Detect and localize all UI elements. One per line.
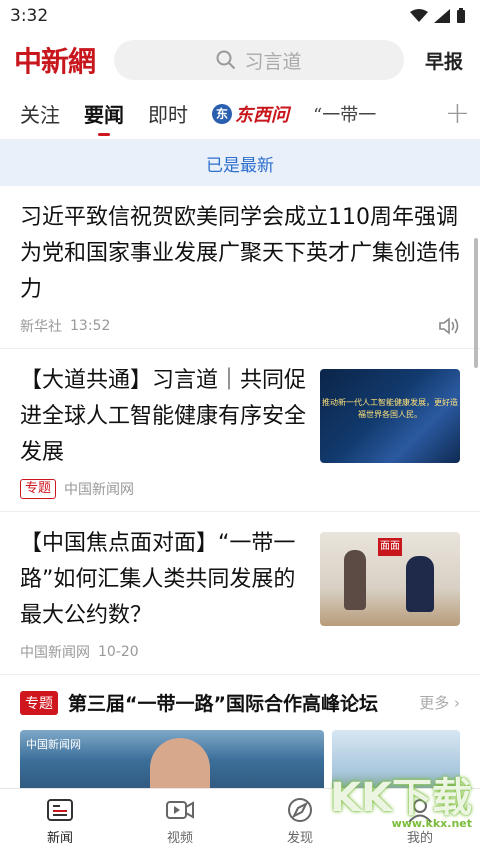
search-icon [216, 50, 236, 70]
morning-news-label: 早报 [424, 50, 463, 73]
tab-instant[interactable]: 即时 [136, 88, 200, 140]
thumbnail-caption: 推动新一代人工智能健康发展，更好造福世界各国人民。 [322, 398, 458, 419]
news-title: 习近平致信祝贺欧美同学会成立110周年强调 为党和国家事业发展广聚天下英才广集创… [20, 205, 461, 302]
tab-dongxiwen-label: 东西问 [235, 104, 289, 126]
scrollbar[interactable] [474, 238, 478, 368]
tab-dongxiwen[interactable]: 东 东西问 [200, 88, 301, 140]
more-label: 更多 [419, 694, 450, 712]
special-topic-title: 第三届“一带一路”国际合作高峰论坛 [68, 693, 378, 715]
news-thumbnail: 推动新一代人工智能健康发展，更好造福世界各国人民。 [320, 369, 460, 463]
video-icon [166, 801, 194, 819]
status-icons [410, 8, 466, 24]
search-bar[interactable]: 习言道 [114, 40, 404, 80]
news-source: 中国新闻网 [20, 645, 90, 661]
news-item[interactable]: 【大道共通】习言道｜共同促进全球人工智能健康有序安全发展 专题 中国新闻网 推动… [0, 349, 480, 512]
news-source: 中国新闻网 [64, 482, 135, 498]
topic-badge: 专题 [20, 479, 57, 499]
channel-tabs: 关注 要闻 即时 东 东西问 “一带一 + [0, 88, 480, 140]
news-time: 10-20 [98, 644, 139, 660]
add-channel-icon[interactable]: + [430, 96, 470, 131]
news-source: 新华社 [20, 319, 62, 335]
special-badge: 专题 [20, 690, 58, 715]
news-meta: 新华社 13:52 [20, 316, 460, 336]
card-watermark-label: 中国新闻网 [26, 738, 81, 751]
dongxiwen-logo-icon: 东 [212, 103, 232, 124]
person-figure [344, 550, 366, 610]
battery-icon [457, 8, 465, 23]
site-watermark: KK下载 www.kkx.net [330, 765, 472, 830]
search-placeholder: 习言道 [244, 50, 302, 73]
news-title: 【大道共通】习言道｜共同促进全球人工智能健康有序安全发展 [20, 368, 307, 465]
news-time: 13:52 [70, 318, 111, 334]
tab-headlines[interactable]: 要闻 [72, 88, 136, 140]
news-meta: 中国新闻网 10-20 [20, 642, 306, 662]
program-logo: 面面 [378, 538, 402, 556]
news-item[interactable]: 习近平致信祝贺欧美同学会成立110周年强调 为党和国家事业发展广聚天下英才广集创… [0, 186, 480, 349]
tabbar-video-label: 视频 [166, 831, 193, 846]
status-time: 3:32 [10, 6, 49, 26]
discover-icon [288, 798, 312, 822]
tabbar-discover[interactable]: 发现 [260, 797, 340, 846]
news-title: 【中国焦点面对面】“一带一路”如何汇集人类共同发展的最大公约数？ [20, 531, 296, 628]
news-meta: 专题 中国新闻网 [20, 479, 306, 499]
news-item[interactable]: 【中国焦点面对面】“一带一路”如何汇集人类共同发展的最大公约数？ 中国新闻网 1… [0, 512, 480, 675]
news-icon [47, 799, 73, 821]
special-topic-header[interactable]: 专题 第三届“一带一路”国际合作高峰论坛 更多 › [20, 689, 460, 716]
tab-follow[interactable]: 关注 [8, 88, 72, 140]
tabbar-news[interactable]: 新闻 [20, 797, 100, 846]
header: 中新網 习言道 早报 [0, 32, 480, 88]
speaker-icon[interactable] [438, 316, 460, 336]
tabbar-news-label: 新闻 [46, 831, 73, 846]
more-link[interactable]: 更多 › [419, 692, 460, 713]
signal-icon [434, 9, 450, 23]
wifi-icon [410, 9, 428, 22]
refresh-notice: 已是最新 [0, 140, 480, 186]
person-figure [406, 556, 434, 612]
tabbar-discover-label: 发现 [286, 831, 313, 846]
app-logo[interactable]: 中新網 [14, 40, 100, 80]
watermark-text: KK下载 [330, 775, 472, 821]
morning-news-button[interactable]: 早报 [418, 40, 474, 74]
tab-belt-road[interactable]: “一带一 [301, 88, 388, 140]
news-thumbnail: 面面 [320, 532, 460, 626]
tabbar-video[interactable]: 视频 [140, 797, 220, 846]
status-bar: 3:32 [0, 0, 480, 32]
